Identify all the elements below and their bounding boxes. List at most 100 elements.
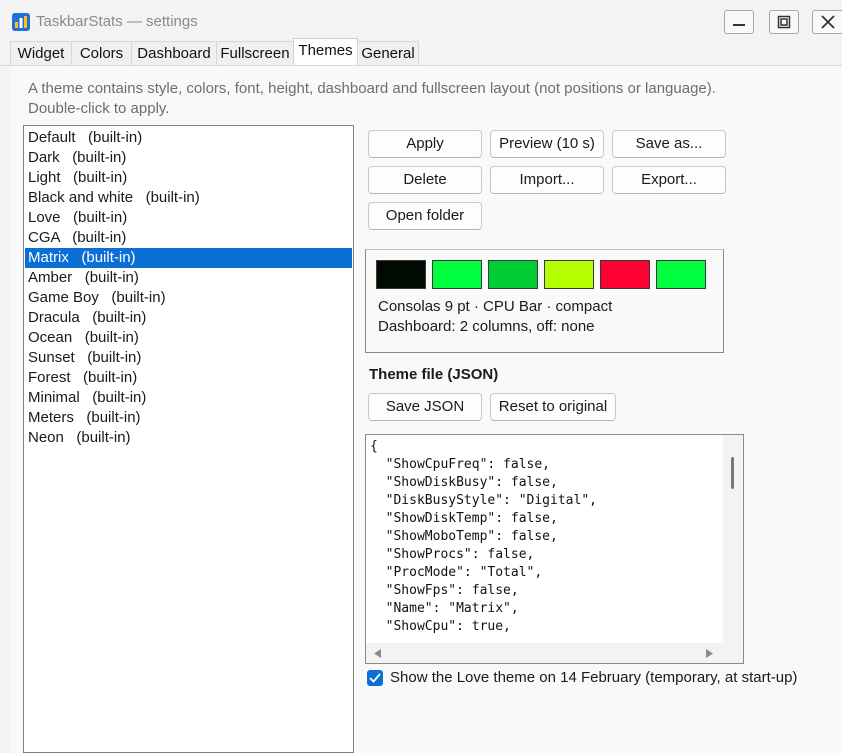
theme-name: Matrix [28,249,69,266]
theme-list-item[interactable]: Forest (built-in) [25,368,352,388]
close-button[interactable] [812,10,842,34]
title-bar: TaskbarStats — settings [0,0,842,42]
delete-button[interactable]: Delete [368,166,482,194]
theme-tag: (built-in) [73,169,128,186]
theme-tag: (built-in) [72,149,127,166]
tab-fullscreen[interactable]: Fullscreen [216,41,294,65]
theme-tag: (built-in) [111,289,166,306]
theme-name: Dracula [28,309,80,326]
vertical-scrollbar[interactable] [723,435,743,643]
json-line: "ShowCpuFreq": false, [370,457,551,472]
theme-name: Game Boy [28,289,99,306]
theme-list-item[interactable]: Neon (built-in) [25,428,352,448]
color-swatch [488,260,538,289]
preview-font-info: Consolas 9 pt · CPU Bar · compact [378,298,613,315]
description-line-1: A theme contains style, colors, font, he… [28,80,716,97]
color-swatch [600,260,650,289]
tab-general[interactable]: General [357,41,419,65]
bar-chart-icon [12,13,30,31]
theme-list-item[interactable]: Black and white (built-in) [25,188,352,208]
window-title: TaskbarStats — settings [36,13,198,30]
save-as-button[interactable]: Save as... [612,130,726,158]
horizontal-scrollbar[interactable] [366,643,743,663]
theme-tag: (built-in) [84,269,139,286]
theme-name: Black and white [28,189,134,206]
json-line: { [370,439,378,454]
theme-tag: (built-in) [81,249,136,266]
love-theme-label[interactable]: Show the Love theme on 14 February (temp… [390,669,797,686]
minimize-button[interactable] [724,10,754,34]
tab-themes[interactable]: Themes [293,38,358,66]
color-swatch [656,260,706,289]
tab-dashboard[interactable]: Dashboard [131,41,217,65]
maximize-button[interactable] [769,10,799,34]
theme-name: Love [28,209,61,226]
minimize-icon [733,24,745,26]
tab-colors[interactable]: Colors [71,41,132,65]
theme-name: Light [28,169,61,186]
theme-tag: (built-in) [87,349,142,366]
theme-name: Neon [28,429,64,446]
theme-name: Minimal [28,389,80,406]
checkmark-icon [369,673,381,683]
description-line-2: Double-click to apply. [28,100,170,117]
theme-list-item[interactable]: Light (built-in) [25,168,352,188]
apply-button[interactable]: Apply [368,130,482,158]
theme-list-item[interactable]: Love (built-in) [25,208,352,228]
json-line: "ShowCpu": true, [370,619,511,634]
import-button[interactable]: Import... [490,166,604,194]
json-line: "ShowDiskBusy": false, [370,475,558,490]
preview-button[interactable]: Preview (10 s) [490,130,604,158]
theme-list-item[interactable]: Default (built-in) [25,128,352,148]
theme-tag: (built-in) [92,389,147,406]
theme-list-item[interactable]: Sunset (built-in) [25,348,352,368]
theme-name: Meters [28,409,74,426]
theme-file-heading: Theme file (JSON) [369,366,499,383]
open-folder-button[interactable]: Open folder [368,202,482,230]
theme-list-item[interactable]: Game Boy (built-in) [25,288,352,308]
theme-list-item[interactable]: Minimal (built-in) [25,388,352,408]
theme-tag: (built-in) [145,189,200,206]
json-editor[interactable]: { "ShowCpuFreq": false, "ShowDiskBusy": … [365,434,744,664]
theme-list-item[interactable]: Dark (built-in) [25,148,352,168]
json-line: "ShowDiskTemp": false, [370,511,558,526]
theme-list-item[interactable]: CGA (built-in) [25,228,352,248]
theme-tag: (built-in) [88,129,143,146]
scrollbar-thumb[interactable] [731,457,734,489]
json-line: "ShowProcs": false, [370,547,535,562]
theme-name: Forest [28,369,71,386]
json-line: "Name": "Matrix", [370,601,519,616]
color-swatch [376,260,426,289]
theme-name: Ocean [28,329,73,346]
json-line: "DiskBusyStyle": "Digital", [370,493,597,508]
theme-tag: (built-in) [72,229,127,246]
theme-list-item[interactable]: Dracula (built-in) [25,308,352,328]
love-theme-checkbox[interactable] [367,670,383,686]
color-swatch [432,260,482,289]
close-icon [821,15,835,29]
themes-description: A theme contains style, colors, font, he… [28,79,788,119]
theme-list-item[interactable]: Ocean (built-in) [25,328,352,348]
theme-tag: (built-in) [84,329,139,346]
preview-dashboard-info: Dashboard: 2 columns, off: none [378,318,595,335]
theme-tag: (built-in) [92,309,147,326]
scroll-right-icon[interactable] [706,649,714,658]
json-line: "ShowMoboTemp": false, [370,529,558,544]
theme-list-item[interactable]: Matrix (built-in) [25,248,352,268]
tab-strip: Widget Colors Dashboard Fullscreen Theme… [0,38,842,66]
theme-tag: (built-in) [83,369,138,386]
tab-widget[interactable]: Widget [10,41,72,65]
theme-preview: Consolas 9 pt · CPU Bar · compact Dashbo… [365,249,724,353]
theme-tag: (built-in) [86,409,141,426]
export-button[interactable]: Export... [612,166,726,194]
theme-name: Default [28,129,76,146]
theme-list-item[interactable]: Meters (built-in) [25,408,352,428]
scroll-left-icon[interactable] [374,649,382,658]
theme-name: CGA [28,229,60,246]
save-json-button[interactable]: Save JSON [368,393,482,421]
theme-list[interactable]: Default (built-in) Dark (built-in) Light (… [23,125,354,753]
theme-tag: (built-in) [73,209,128,226]
theme-name: Sunset [28,349,75,366]
reset-to-original-button[interactable]: Reset to original [490,393,616,421]
theme-list-item[interactable]: Amber (built-in) [25,268,352,288]
